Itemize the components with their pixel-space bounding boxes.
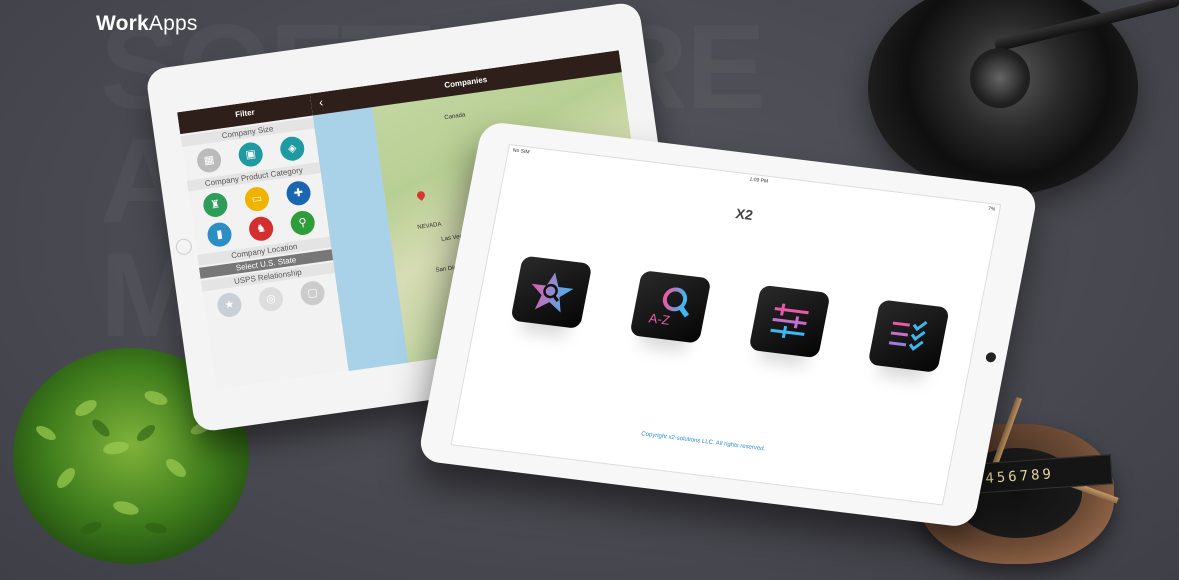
package-icon[interactable]: ◈ bbox=[278, 135, 306, 163]
map-label: NEVADA bbox=[417, 221, 442, 232]
companies-title: Companies bbox=[309, 50, 622, 116]
box-icon[interactable]: ▣ bbox=[237, 140, 265, 169]
lamp-hub bbox=[970, 48, 1030, 108]
map-pin-icon[interactable] bbox=[415, 189, 427, 201]
app-tiles: A-Z bbox=[510, 255, 950, 373]
home-button[interactable] bbox=[985, 351, 997, 363]
building-icon[interactable]: ▦ bbox=[195, 146, 223, 174]
front-tablet: No SIM 1:09 PM 7% X2 A-Z Copyright x2-so… bbox=[417, 120, 1039, 529]
battery-text: 7% bbox=[987, 205, 996, 213]
a-z-search-tile[interactable]: A-Z bbox=[629, 270, 712, 344]
rocking-horse-icon[interactable]: ♞ bbox=[247, 215, 275, 243]
checklist-icon bbox=[888, 321, 928, 351]
gift-icon[interactable]: ✚ bbox=[284, 179, 313, 207]
lipstick-icon[interactable]: ▮ bbox=[205, 221, 234, 249]
us-flag-icon[interactable]: ★ bbox=[215, 291, 243, 319]
bottle-icon[interactable]: ♜ bbox=[201, 191, 229, 219]
brand-logo: WorkApps bbox=[96, 12, 198, 36]
checklist-tile[interactable] bbox=[867, 299, 950, 373]
map-label: Canada bbox=[444, 112, 466, 122]
az-search-icon: A-Z bbox=[648, 287, 690, 328]
az-label: A-Z bbox=[648, 310, 672, 327]
front-tablet-screen: No SIM 1:09 PM 7% X2 A-Z Copyright x2-so… bbox=[450, 143, 1002, 506]
copyright-text: Copyright x2-solutions LLC. All rights r… bbox=[640, 431, 766, 453]
x2-logo: X2 bbox=[726, 204, 760, 231]
box-outline-icon[interactable]: ▢ bbox=[299, 279, 327, 307]
laptop-icon[interactable]: ▭ bbox=[243, 185, 271, 213]
filter-tile[interactable] bbox=[748, 284, 831, 359]
favorites-tile[interactable] bbox=[510, 255, 593, 329]
logo-text: X2 bbox=[734, 205, 755, 224]
brand-suffix: Apps bbox=[148, 12, 198, 35]
scene: SOFTWAREAM WorkApps bbox=[0, 0, 1179, 580]
time-text: 1:09 PM bbox=[748, 176, 769, 185]
search-icon[interactable]: ⚲ bbox=[289, 209, 317, 237]
sliders-icon bbox=[770, 303, 809, 339]
home-button[interactable] bbox=[174, 237, 193, 256]
carrier-text: No SIM bbox=[512, 147, 530, 156]
star-search-icon bbox=[531, 272, 574, 313]
brand-prefix: Work bbox=[96, 12, 149, 35]
globe-icon[interactable]: ◎ bbox=[257, 285, 285, 313]
